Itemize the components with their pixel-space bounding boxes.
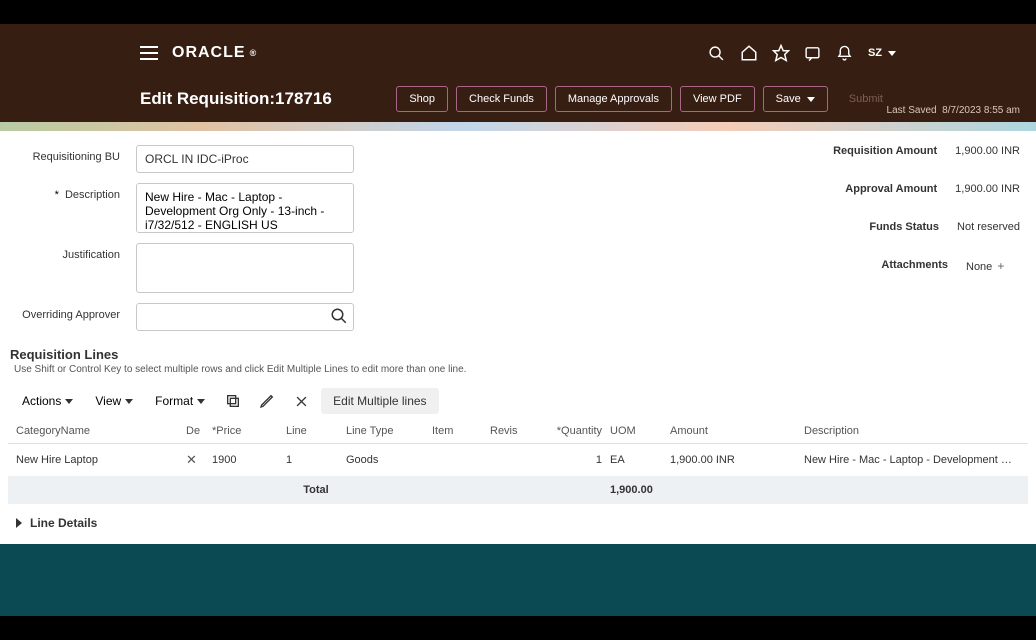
- hamburger-menu[interactable]: [140, 46, 158, 60]
- cell-price: 1900: [212, 454, 286, 466]
- funds-status-value: Not reserved: [957, 221, 1020, 233]
- table-row[interactable]: New Hire Laptop ✕ 1900 1 Goods 1 EA 1,90…: [8, 444, 1028, 476]
- save-button[interactable]: Save: [763, 86, 828, 112]
- footer-banner: [0, 544, 1036, 616]
- shop-button[interactable]: Shop: [396, 86, 448, 112]
- req-amount-value: 1,900.00 INR: [955, 145, 1020, 157]
- manage-approvals-button[interactable]: Manage Approvals: [555, 86, 672, 112]
- search-icon[interactable]: [708, 44, 726, 62]
- decorative-banner: [0, 122, 1036, 131]
- cell-category: New Hire Laptop: [16, 454, 186, 466]
- duplicate-icon[interactable]: [219, 387, 247, 415]
- requisition-lines-title: Requisition Lines: [0, 341, 1036, 364]
- search-icon[interactable]: [330, 307, 348, 325]
- view-menu[interactable]: View: [87, 388, 141, 414]
- appr-amount-value: 1,900.00 INR: [955, 183, 1020, 195]
- user-menu[interactable]: SZ: [868, 47, 896, 59]
- oracle-logo: ORACLE®: [172, 44, 257, 62]
- page-title: Edit Requisition:178716: [140, 89, 332, 109]
- line-details-toggle[interactable]: Line Details: [0, 504, 1036, 542]
- description-input[interactable]: [136, 183, 354, 233]
- funds-status-label: Funds Status: [869, 221, 939, 233]
- approver-label: Overriding Approver: [16, 303, 136, 321]
- cell-line-type: Goods: [346, 454, 432, 466]
- description-label: * Description: [16, 183, 136, 201]
- edit-icon[interactable]: [253, 387, 281, 415]
- bell-icon[interactable]: [836, 44, 854, 62]
- approver-input[interactable]: [136, 303, 354, 331]
- chevron-down-icon: [197, 399, 205, 404]
- cell-uom: EA: [610, 454, 670, 466]
- chevron-down-icon: [807, 97, 815, 102]
- req-amount-label: Requisition Amount: [833, 145, 937, 157]
- add-attachment-icon[interactable]: +: [997, 259, 1004, 273]
- bu-label: Requisitioning BU: [16, 145, 136, 163]
- chevron-down-icon: [888, 51, 896, 56]
- appr-amount-label: Approval Amount: [845, 183, 937, 195]
- chat-icon[interactable]: [804, 44, 822, 62]
- delete-row-icon[interactable]: ✕: [186, 452, 197, 467]
- chevron-down-icon: [65, 399, 73, 404]
- home-icon[interactable]: [740, 44, 758, 62]
- cell-quantity: 1: [552, 454, 610, 466]
- edit-multiple-lines-button[interactable]: Edit Multiple lines: [321, 388, 438, 414]
- cell-description: New Hire - Mac - Laptop - Development Or…: [804, 454, 1020, 466]
- delete-icon[interactable]: [287, 387, 315, 415]
- grid-total-row: Total 1,900.00: [8, 476, 1028, 504]
- grid-header: CategoryName De *Price Line Line Type It…: [8, 419, 1028, 444]
- last-saved: Last Saved 8/7/2023 8:55 am: [887, 105, 1020, 116]
- bu-value: ORCL IN IDC-iProc: [136, 145, 354, 173]
- star-icon[interactable]: [772, 44, 790, 62]
- cell-line: 1: [286, 454, 346, 466]
- attachments-value: None +: [966, 259, 1020, 273]
- view-pdf-button[interactable]: View PDF: [680, 86, 755, 112]
- justification-label: Justification: [16, 243, 136, 261]
- chevron-down-icon: [125, 399, 133, 404]
- format-menu[interactable]: Format: [147, 388, 213, 414]
- justification-input[interactable]: [136, 243, 354, 293]
- check-funds-button[interactable]: Check Funds: [456, 86, 547, 112]
- cell-amount: 1,900.00 INR: [670, 454, 804, 466]
- multiselect-hint: Use Shift or Control Key to select multi…: [0, 364, 1036, 383]
- attachments-label: Attachments: [881, 259, 948, 273]
- actions-menu[interactable]: Actions: [14, 388, 81, 414]
- chevron-right-icon: [16, 518, 22, 528]
